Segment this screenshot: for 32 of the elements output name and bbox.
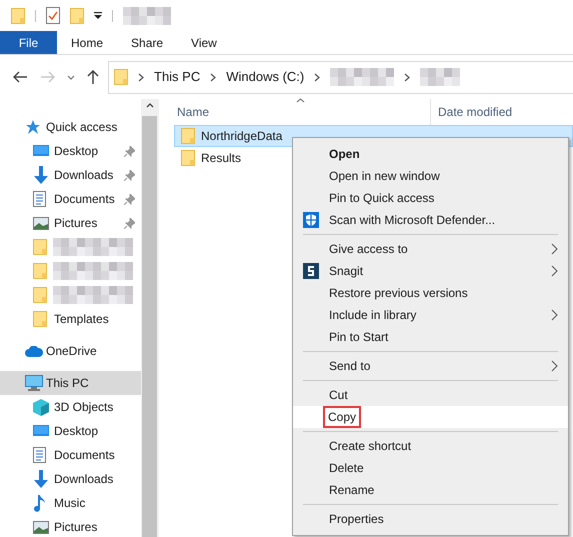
nav-label: Templates <box>54 311 109 328</box>
menu-label: Give access to <box>328 241 409 258</box>
nav-label: Documents <box>54 191 115 208</box>
nav-label: 3D Objects <box>54 399 114 416</box>
nav-label: OneDrive <box>46 343 97 360</box>
menu-label: Open <box>328 146 361 163</box>
menu-label: Include in library <box>328 307 418 324</box>
menu-label: Snagit <box>328 263 364 280</box>
menu-label: Create shortcut <box>328 438 412 455</box>
menu-label: Rename <box>328 482 376 499</box>
nav-label: Quick access <box>46 119 118 136</box>
nav-label: This PC <box>46 375 89 392</box>
menu-label: Copy <box>325 408 360 426</box>
menu-label: Pin to Quick access <box>328 190 436 207</box>
menu-label: Scan with Microsoft Defender... <box>328 212 496 229</box>
nav-label: Downloads <box>54 167 114 184</box>
file-name: Results <box>201 150 242 167</box>
menu-label: Pin to Start <box>328 329 390 346</box>
nav-label: Desktop <box>54 423 98 440</box>
menu-label: Cut <box>328 387 349 404</box>
nav-label: Downloads <box>54 471 114 488</box>
nav-label: Desktop <box>54 143 98 160</box>
menu-label: Delete <box>328 460 365 477</box>
nav-label: Pictures <box>54 519 98 536</box>
nav-label: Pictures <box>54 215 98 232</box>
menu-label: Open in new window <box>328 168 441 185</box>
menu-label: Send to <box>328 358 372 375</box>
nav-label: Documents <box>54 447 115 464</box>
menu-label: Properties <box>328 511 385 528</box>
nav-label: Music <box>54 495 86 512</box>
menu-label: Restore previous versions <box>328 285 469 302</box>
file-name: NorthridgeData <box>201 128 282 145</box>
